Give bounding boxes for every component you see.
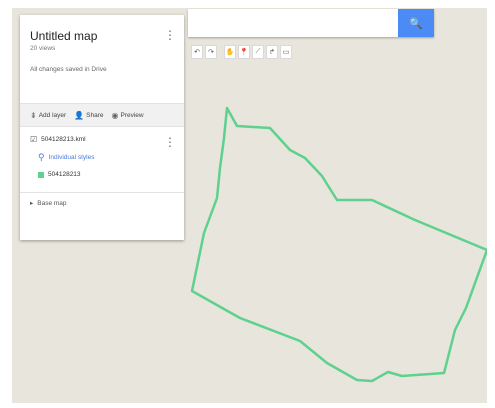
search-icon: 🔍 [409, 17, 423, 30]
share-icon: 👤 [74, 110, 85, 120]
map-title[interactable]: Untitled map [30, 29, 174, 43]
undo-icon[interactable]: ↶ [191, 45, 203, 59]
add-layer-label: Add layer [38, 111, 67, 119]
redo-icon[interactable]: ↷ [205, 45, 217, 59]
save-status: All changes saved in Drive [30, 66, 107, 73]
feature-color-swatch [38, 171, 44, 178]
layer-style-row: ⚲ Individual styles [30, 152, 174, 163]
map-options-icon[interactable]: ⋮ [164, 29, 176, 41]
hand-icon[interactable]: ✋ [224, 45, 236, 59]
preview-label: Preview [120, 111, 144, 119]
map-canvas[interactable]: Untitled map 20 views All changes saved … [12, 8, 487, 403]
layer-item: ☑ 504128213.kml ⋮ ⚲ Individual styles 50… [20, 127, 184, 192]
base-map-toggle[interactable]: ▸ Base map [20, 192, 184, 213]
panel-actions: ⇟ Add layer 👤 Share ◉ Preview [20, 103, 184, 127]
panel-header: Untitled map 20 views All changes saved … [20, 15, 184, 103]
share-button[interactable]: 👤 Share [74, 111, 103, 120]
map-toolbar: ↶ ↷ ✋ 📍 ⟋ ↱ ▭ [191, 45, 292, 59]
base-map-label: Base map [37, 199, 67, 207]
add-layer-icon: ⇟ [30, 110, 37, 120]
directions-icon[interactable]: ↱ [266, 45, 278, 59]
add-layer-button[interactable]: ⇟ Add layer [30, 111, 66, 120]
preview-button[interactable]: ◉ Preview [112, 111, 144, 120]
individual-styles-link[interactable]: Individual styles [49, 154, 95, 161]
ruler-icon[interactable]: ▭ [280, 45, 292, 59]
boundary-polygon[interactable] [190, 106, 487, 383]
search-bar: 🔍 [188, 9, 434, 37]
search-button[interactable]: 🔍 [398, 9, 434, 37]
style-pin-icon: ⚲ [38, 152, 45, 162]
map-view-count: 20 views [30, 45, 56, 52]
marker-icon[interactable]: 📍 [238, 45, 250, 59]
layer-options-icon[interactable]: ⋮ [164, 136, 176, 148]
share-label: Share [86, 111, 104, 119]
expand-icon: ▸ [30, 200, 34, 207]
layer-feature-row[interactable]: 504128213 [30, 171, 174, 178]
feature-name: 504128213 [48, 171, 81, 178]
layer-name[interactable]: 504128213.kml [41, 136, 85, 143]
search-input[interactable] [188, 9, 394, 37]
preview-icon: ◉ [111, 110, 119, 120]
layer-name-row: ☑ 504128213.kml [30, 135, 174, 144]
draw-line-icon[interactable]: ⟋ [252, 45, 264, 59]
layer-visibility-checkbox[interactable]: ☑ [30, 135, 37, 144]
layers-panel: Untitled map 20 views All changes saved … [20, 15, 184, 240]
